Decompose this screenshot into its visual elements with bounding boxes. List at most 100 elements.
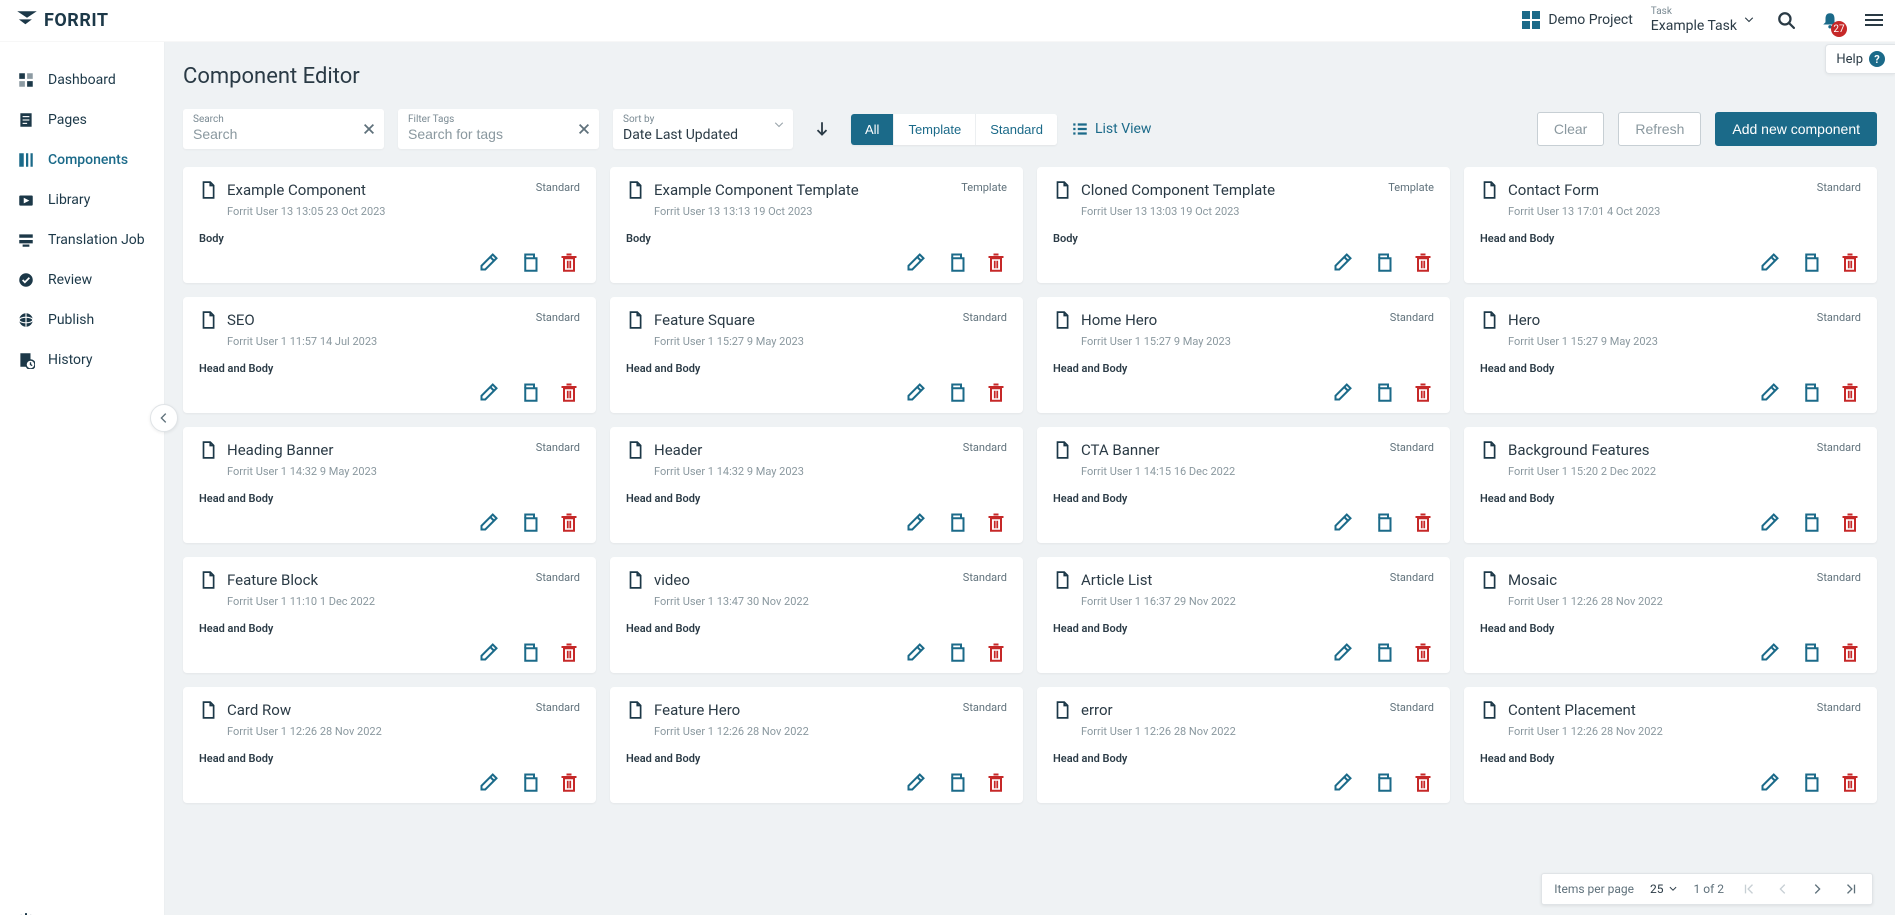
copy-button[interactable] <box>518 381 540 403</box>
delete-button[interactable] <box>1412 251 1434 273</box>
menu-button[interactable] <box>1861 10 1887 30</box>
delete-button[interactable] <box>985 771 1007 793</box>
copy-button[interactable] <box>1799 511 1821 533</box>
copy-button[interactable] <box>518 511 540 533</box>
delete-button[interactable] <box>1839 771 1861 793</box>
delete-button[interactable] <box>1412 381 1434 403</box>
sidebar-item-review[interactable]: Review <box>0 260 164 300</box>
sidebar-item-components[interactable]: Components <box>0 140 164 180</box>
copy-button[interactable] <box>1372 381 1394 403</box>
edit-button[interactable] <box>478 251 500 273</box>
edit-button[interactable] <box>478 641 500 663</box>
copy-button[interactable] <box>1372 251 1394 273</box>
delete-button[interactable] <box>558 381 580 403</box>
delete-button[interactable] <box>1412 511 1434 533</box>
prev-page-button[interactable] <box>1774 880 1792 898</box>
refresh-button[interactable]: Refresh <box>1618 112 1701 146</box>
list-view-toggle[interactable]: List View <box>1071 120 1152 138</box>
sidebar-item-dashboard[interactable]: Dashboard <box>0 60 164 100</box>
delete-button[interactable] <box>1839 511 1861 533</box>
component-card[interactable]: HeaderStandardForrit User 1 14:32 9 May … <box>610 427 1023 543</box>
component-card[interactable]: errorStandardForrit User 1 12:26 28 Nov … <box>1037 687 1450 803</box>
delete-button[interactable] <box>558 511 580 533</box>
sidebar-item-history[interactable]: History <box>0 340 164 380</box>
delete-button[interactable] <box>985 641 1007 663</box>
segment-all[interactable]: All <box>851 114 894 145</box>
sort-by-select[interactable]: Sort by Date Last Updated <box>613 109 793 149</box>
edit-button[interactable] <box>1332 381 1354 403</box>
sidebar-item-publish[interactable]: Publish <box>0 300 164 340</box>
component-card[interactable]: Heading BannerStandardForrit User 1 14:3… <box>183 427 596 543</box>
copy-button[interactable] <box>1799 771 1821 793</box>
edit-button[interactable] <box>905 511 927 533</box>
copy-button[interactable] <box>945 251 967 273</box>
first-page-button[interactable] <box>1740 880 1758 898</box>
delete-button[interactable] <box>985 251 1007 273</box>
edit-button[interactable] <box>1759 641 1781 663</box>
copy-button[interactable] <box>518 771 540 793</box>
search-button[interactable] <box>1773 7 1799 33</box>
component-card[interactable]: Home HeroStandardForrit User 1 15:27 9 M… <box>1037 297 1450 413</box>
edit-button[interactable] <box>1759 251 1781 273</box>
delete-button[interactable] <box>1839 251 1861 273</box>
edit-button[interactable] <box>905 771 927 793</box>
search-field[interactable]: Search <box>183 109 384 149</box>
clear-search-icon[interactable] <box>362 122 376 136</box>
edit-button[interactable] <box>1332 511 1354 533</box>
copy-button[interactable] <box>1372 641 1394 663</box>
copy-button[interactable] <box>945 771 967 793</box>
delete-button[interactable] <box>1412 641 1434 663</box>
component-card[interactable]: MosaicStandardForrit User 1 12:26 28 Nov… <box>1464 557 1877 673</box>
copy-button[interactable] <box>1372 771 1394 793</box>
delete-button[interactable] <box>985 511 1007 533</box>
copy-button[interactable] <box>1799 251 1821 273</box>
filter-tags-input[interactable] <box>408 126 589 142</box>
delete-button[interactable] <box>558 771 580 793</box>
project-picker[interactable]: Demo Project <box>1522 11 1632 29</box>
sidebar-item-pages[interactable]: Pages <box>0 100 164 140</box>
edit-button[interactable] <box>1332 251 1354 273</box>
edit-button[interactable] <box>1759 511 1781 533</box>
edit-button[interactable] <box>905 381 927 403</box>
edit-button[interactable] <box>905 251 927 273</box>
edit-button[interactable] <box>1759 381 1781 403</box>
delete-button[interactable] <box>985 381 1007 403</box>
edit-button[interactable] <box>478 381 500 403</box>
delete-button[interactable] <box>1412 771 1434 793</box>
component-card[interactable]: videoStandardForrit User 1 13:47 30 Nov … <box>610 557 1023 673</box>
component-card[interactable]: Background FeaturesStandardForrit User 1… <box>1464 427 1877 543</box>
edit-button[interactable] <box>478 511 500 533</box>
segment-standard[interactable]: Standard <box>976 114 1057 145</box>
component-card[interactable]: Card RowStandardForrit User 1 12:26 28 N… <box>183 687 596 803</box>
component-card[interactable]: Example Component TemplateTemplateForrit… <box>610 167 1023 283</box>
next-page-button[interactable] <box>1808 880 1826 898</box>
last-page-button[interactable] <box>1842 880 1860 898</box>
add-component-button[interactable]: Add new component <box>1715 112 1877 146</box>
component-card[interactable]: Example ComponentStandardForrit User 13 … <box>183 167 596 283</box>
notifications-button[interactable]: 27 <box>1817 7 1843 33</box>
help-button[interactable]: Help ? <box>1825 44 1895 74</box>
items-per-page-select[interactable]: 25 <box>1650 882 1678 896</box>
sort-direction-button[interactable] <box>807 114 837 144</box>
copy-button[interactable] <box>1372 511 1394 533</box>
edit-button[interactable] <box>1332 771 1354 793</box>
component-card[interactable]: HeroStandardForrit User 1 15:27 9 May 20… <box>1464 297 1877 413</box>
edit-button[interactable] <box>905 641 927 663</box>
sidebar-item-library[interactable]: Library <box>0 180 164 220</box>
copy-button[interactable] <box>945 511 967 533</box>
task-picker[interactable]: Task Example Task <box>1651 6 1755 35</box>
copy-button[interactable] <box>518 641 540 663</box>
component-card[interactable]: Contact FormStandardForrit User 13 17:01… <box>1464 167 1877 283</box>
edit-button[interactable] <box>1332 641 1354 663</box>
copy-button[interactable] <box>945 641 967 663</box>
sidebar-collapse-button[interactable] <box>150 404 178 432</box>
sidebar-item-translation[interactable]: Translation Job <box>0 220 164 260</box>
copy-button[interactable] <box>518 251 540 273</box>
component-card[interactable]: Cloned Component TemplateTemplateForrit … <box>1037 167 1450 283</box>
component-card[interactable]: Feature HeroStandardForrit User 1 12:26 … <box>610 687 1023 803</box>
component-card[interactable]: Feature BlockStandardForrit User 1 11:10… <box>183 557 596 673</box>
copy-button[interactable] <box>1799 641 1821 663</box>
search-input[interactable] <box>193 126 374 142</box>
component-card[interactable]: Feature SquareStandardForrit User 1 15:2… <box>610 297 1023 413</box>
filter-tags-field[interactable]: Filter Tags <box>398 109 599 149</box>
